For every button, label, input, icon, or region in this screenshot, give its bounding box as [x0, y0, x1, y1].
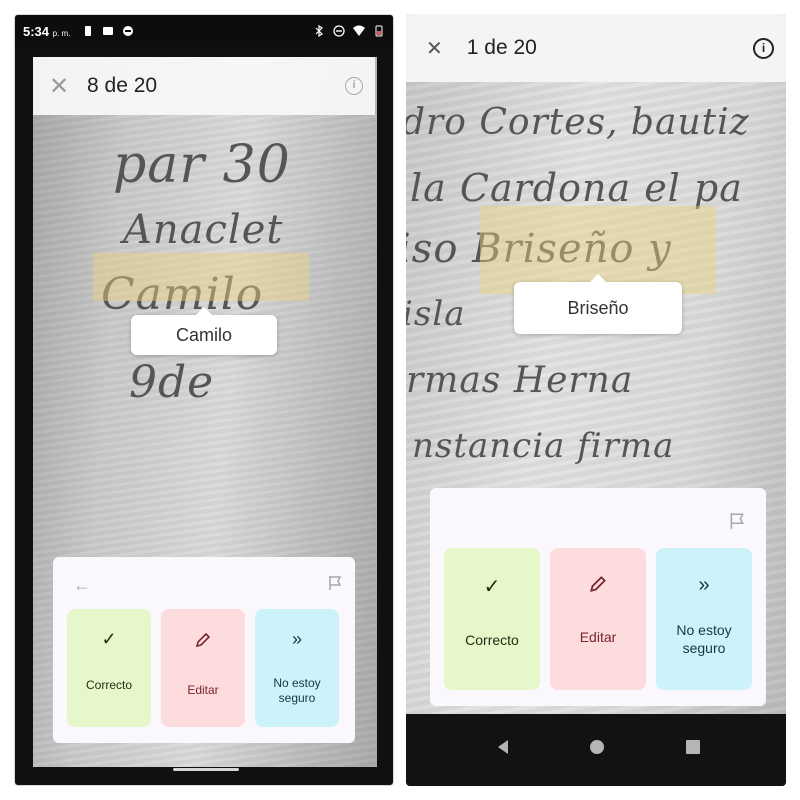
info-icon[interactable]: i — [345, 77, 363, 95]
progress-counter: 8 de 20 — [87, 74, 158, 97]
flag-icon[interactable] — [728, 512, 746, 530]
editar-label: Editar — [579, 629, 617, 645]
toolbar: ✕ 1 de 20 i — [406, 14, 786, 82]
bluetooth-icon — [315, 25, 323, 37]
battery-icon — [375, 25, 383, 37]
pencil-icon — [590, 576, 606, 592]
close-icon[interactable]: ✕ — [426, 36, 443, 61]
gesture-bar[interactable] — [173, 768, 239, 771]
no-estoy-seguro-label: No estoy seguro — [273, 676, 321, 705]
transcription-tooltip: Camilo — [131, 307, 277, 355]
editar-button[interactable]: Editar — [550, 548, 646, 690]
arrow-left-icon[interactable]: ← — [73, 575, 91, 596]
transcription-text: Camilo — [175, 325, 232, 345]
correcto-button[interactable]: ✓ Correcto — [444, 548, 540, 690]
editar-label: Editar — [187, 683, 219, 697]
no-estoy-seguro-button[interactable]: » No estoy seguro — [656, 548, 752, 690]
transcription-tooltip: Briseño — [514, 274, 682, 334]
toolbar: ✕ 8 de 20 i — [33, 57, 375, 115]
word-highlight — [93, 253, 309, 301]
status-time: 5:34 p. m. — [23, 23, 71, 39]
flag-icon[interactable] — [327, 575, 343, 591]
close-icon[interactable]: ✕ — [47, 72, 71, 101]
review-panel: ← ✓ Correcto Editar » No estoy seguro — [53, 557, 355, 743]
double-chevron-icon: » — [698, 574, 710, 596]
image-icon — [103, 27, 114, 35]
phone-screen-left: 5:34 p. m. par 30 Anaclet Camilo 9de Cam… — [14, 14, 394, 786]
navigation-bar — [406, 714, 786, 786]
pencil-icon — [195, 632, 211, 648]
check-icon: ✓ — [101, 629, 117, 649]
info-icon[interactable]: i — [753, 38, 774, 59]
correcto-label: Correcto — [85, 678, 132, 692]
progress-counter: 1 de 20 — [466, 36, 537, 59]
no-estoy-seguro-label: No estoy seguro — [676, 622, 732, 656]
back-nav-icon[interactable] — [494, 738, 512, 756]
wifi-icon — [353, 25, 365, 36]
recents-nav-icon[interactable] — [684, 738, 702, 756]
do-not-disturb-icon — [333, 25, 345, 37]
editar-button[interactable]: Editar — [161, 609, 245, 727]
no-estoy-seguro-button[interactable]: » No estoy seguro — [255, 609, 339, 727]
check-icon: ✓ — [483, 576, 501, 598]
status-bar: 5:34 p. m. — [15, 15, 393, 47]
app-notification-icon — [123, 26, 134, 36]
review-panel: ✓ Correcto Editar » No estoy seguro — [430, 488, 766, 706]
home-nav-icon[interactable] — [588, 738, 606, 756]
transcription-text: Briseño — [567, 298, 629, 318]
battery-alert-icon — [85, 26, 92, 36]
phone-screen-right: dro Cortes, bautiz la Cardona el pa iso … — [406, 14, 786, 786]
correcto-button[interactable]: ✓ Correcto — [67, 609, 151, 727]
double-chevron-icon: » — [291, 629, 302, 649]
correcto-label: Correcto — [465, 632, 519, 648]
